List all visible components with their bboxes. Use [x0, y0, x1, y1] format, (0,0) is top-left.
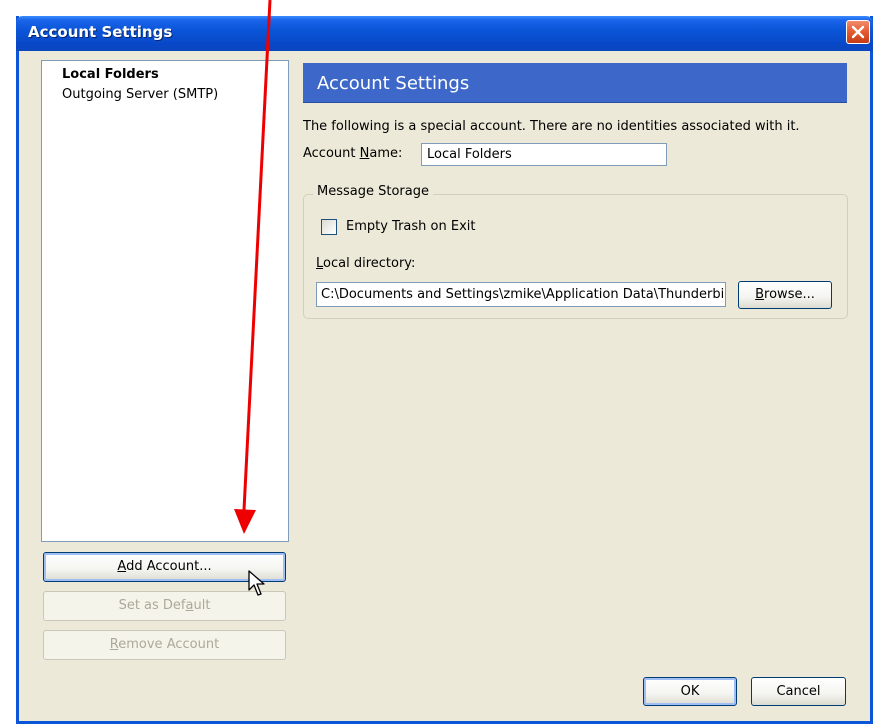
browse-label-accel: B [755, 287, 765, 302]
intro-text: The following is a special account. Ther… [303, 119, 800, 134]
browse-label-post: rowse... [764, 287, 815, 302]
close-icon [851, 25, 865, 39]
remove-account-button[interactable]: Remove Account [43, 630, 286, 660]
empty-trash-label[interactable]: Empty Trash on Exit [346, 219, 475, 234]
add-account-label-post: dd Account... [126, 559, 212, 574]
remove-account-label-post: emove Account [118, 637, 220, 652]
add-account-label-accel: A [117, 559, 127, 574]
panel-header: Account Settings [303, 63, 847, 103]
browse-button[interactable]: Browse... [738, 281, 832, 309]
account-name-label-pre: Account [303, 146, 360, 161]
account-name-label-post: ame: [369, 146, 403, 161]
message-storage-legend: Message Storage [313, 184, 433, 199]
local-directory-label-post: ocal directory: [323, 256, 416, 271]
set-default-label-post: ult [193, 598, 211, 613]
set-default-label-pre: Set as Def [118, 598, 186, 613]
ok-button[interactable]: OK [643, 677, 737, 706]
account-name-field[interactable]: Local Folders [421, 143, 667, 166]
cancel-button[interactable]: Cancel [751, 677, 846, 706]
remove-account-label-accel: R [109, 637, 119, 652]
account-tree[interactable]: Local Folders Outgoing Server (SMTP) [41, 60, 289, 542]
account-name-label: Account Name: [303, 146, 402, 161]
local-directory-label: Local directory: [316, 256, 415, 271]
account-name-label-accel: N [359, 146, 370, 161]
account-item-outgoing-server[interactable]: Outgoing Server (SMTP) [62, 86, 218, 104]
local-directory-field[interactable]: C:\Documents and Settings\zmike\Applicat… [316, 282, 726, 307]
close-button[interactable] [846, 20, 870, 44]
empty-trash-checkbox[interactable] [321, 219, 337, 235]
window-title: Account Settings [28, 23, 173, 41]
local-directory-label-accel: L [316, 256, 324, 271]
mouse-pointer-icon [248, 570, 265, 596]
account-item-local-folders[interactable]: Local Folders [62, 66, 159, 84]
title-bar[interactable]: Account Settings [16, 16, 873, 51]
